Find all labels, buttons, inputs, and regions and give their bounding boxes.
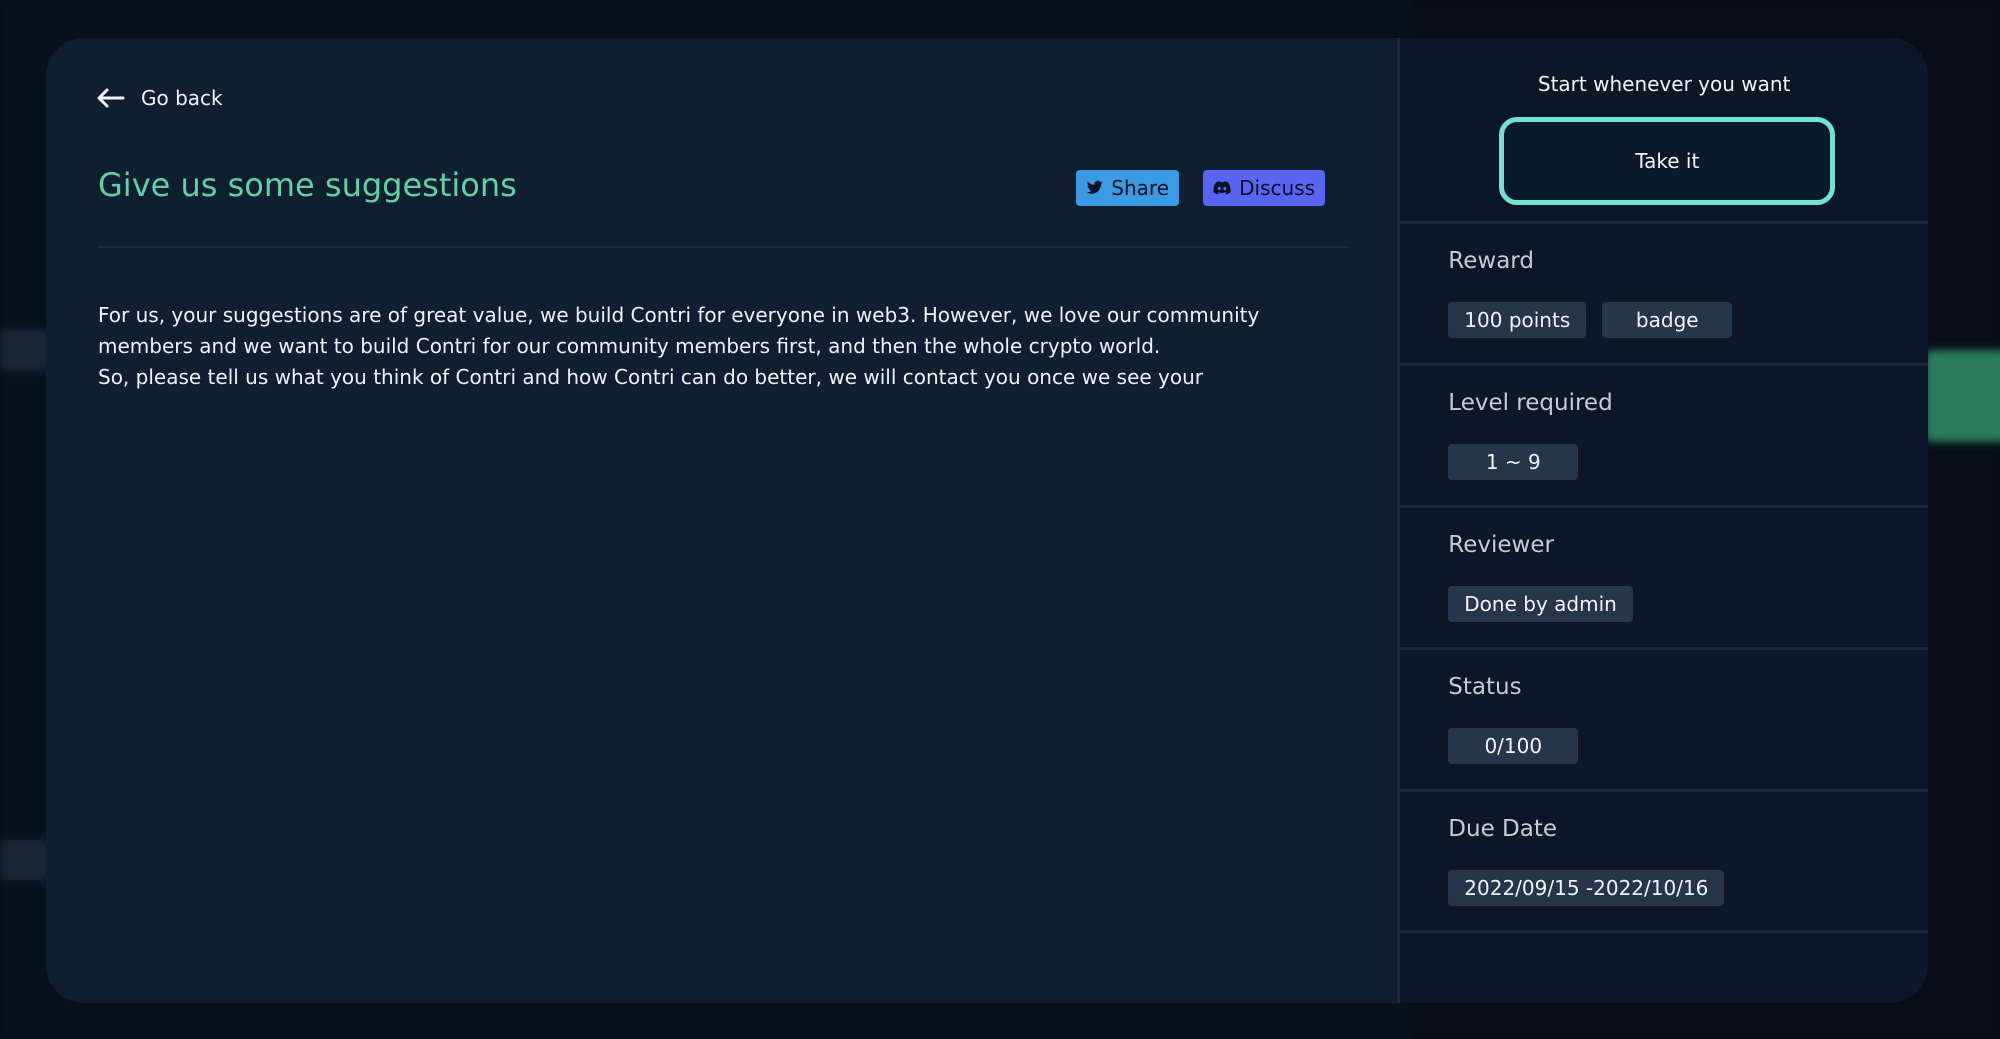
start-label: Start whenever you want bbox=[1537, 72, 1791, 96]
reviewer-chips: Done by admin bbox=[1448, 586, 1633, 622]
level-title: Level required bbox=[1448, 390, 1613, 416]
level-chips: 1 ~ 9 bbox=[1448, 444, 1579, 480]
background-block bbox=[0, 840, 50, 880]
discuss-button[interactable]: Discuss bbox=[1203, 170, 1325, 206]
task-main-panel: Go back Give us some suggestions Share D… bbox=[46, 38, 1398, 1003]
task-description: For us, your suggestions are of great va… bbox=[98, 300, 1358, 393]
reviewer-chip: Done by admin bbox=[1448, 586, 1633, 622]
reviewer-title: Reviewer bbox=[1448, 532, 1554, 558]
level-chip: 1 ~ 9 bbox=[1448, 444, 1579, 480]
go-back-button[interactable]: Go back bbox=[93, 86, 223, 110]
background-button bbox=[1925, 350, 2000, 442]
description-paragraph: For us, your suggestions are of great va… bbox=[98, 303, 1260, 358]
reward-chip-points: 100 points bbox=[1448, 302, 1587, 338]
reward-chip-badge: badge bbox=[1602, 302, 1733, 338]
status-chips: 0/100 bbox=[1448, 728, 1579, 764]
discuss-label: Discuss bbox=[1239, 176, 1315, 200]
due-date-title: Due Date bbox=[1448, 816, 1558, 842]
sidebar-bottom-divider bbox=[1400, 930, 1928, 933]
level-section: Level required 1 ~ 9 bbox=[1400, 363, 1928, 508]
status-title: Status bbox=[1448, 674, 1522, 700]
reward-title: Reward bbox=[1448, 248, 1534, 274]
status-chip: 0/100 bbox=[1448, 728, 1579, 764]
task-title: Give us some suggestions bbox=[98, 166, 517, 204]
take-it-button[interactable]: Take it bbox=[1499, 117, 1836, 205]
task-sidebar: Start whenever you want Take it Reward 1… bbox=[1397, 38, 1928, 1003]
due-date-section: Due Date 2022/09/15 -2022/10/16 bbox=[1400, 789, 1928, 934]
status-section: Status 0/100 bbox=[1400, 647, 1928, 792]
reward-section: Reward 100 points badge bbox=[1400, 221, 1928, 366]
arrow-left-icon bbox=[97, 88, 125, 108]
task-modal: Go back Give us some suggestions Share D… bbox=[46, 38, 1928, 1003]
share-button[interactable]: Share bbox=[1076, 170, 1179, 206]
due-date-chip: 2022/09/15 -2022/10/16 bbox=[1448, 870, 1725, 906]
discord-icon bbox=[1213, 181, 1231, 195]
share-label: Share bbox=[1111, 176, 1169, 200]
go-back-label: Go back bbox=[141, 86, 223, 110]
reviewer-section: Reviewer Done by admin bbox=[1400, 505, 1928, 650]
title-divider bbox=[98, 246, 1348, 248]
due-date-chips: 2022/09/15 -2022/10/16 bbox=[1448, 870, 1725, 906]
description-paragraph: So, please tell us what you think of Con… bbox=[98, 365, 1204, 389]
reward-chips: 100 points badge bbox=[1448, 302, 1733, 338]
background-block bbox=[0, 330, 50, 370]
twitter-icon bbox=[1086, 180, 1103, 194]
